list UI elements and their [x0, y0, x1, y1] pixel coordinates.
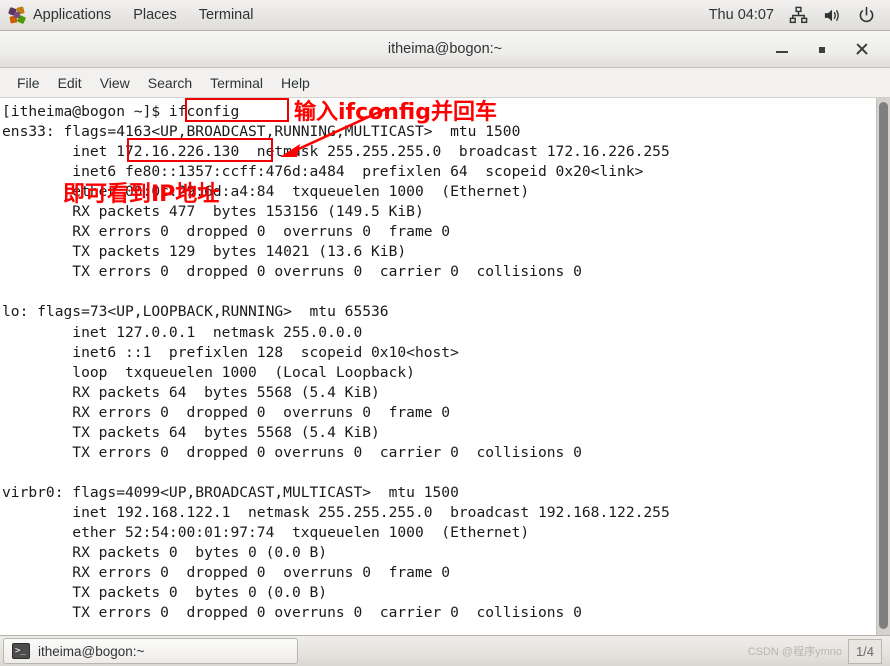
terminal-line: RX errors 0 dropped 0 overruns 0 frame 0 [2, 564, 451, 582]
window-title: itheima@bogon:~ [387, 41, 503, 57]
menu-view[interactable]: View [91, 71, 139, 95]
terminal-line: TX packets 64 bytes 5568 (5.4 KiB) [2, 423, 380, 441]
window-controls [774, 41, 890, 57]
terminal-line: ens33: flags=4163<UP,BROADCAST,RUNNING,M… [2, 123, 521, 141]
places-menu-label: Places [133, 7, 177, 23]
terminal-menu-label: Terminal [198, 7, 254, 23]
applications-logo-icon [8, 5, 27, 24]
terminal-line: ether 00:0c:29:6d:a4:84 txqueuelen 1000 … [2, 183, 530, 201]
applications-menu[interactable]: Applications [0, 0, 122, 31]
terminal-line: [itheima@bogon ~]$ ifconfig [2, 103, 240, 120]
minimize-button[interactable] [774, 41, 790, 57]
terminal-line: TX packets 0 bytes 0 (0.0 B) [2, 584, 328, 602]
terminal-line: TX errors 0 dropped 0 overruns 0 carrier… [2, 263, 582, 281]
terminal-line: inet 192.168.122.1 netmask 255.255.255.0… [2, 503, 670, 521]
terminal-menu[interactable]: Terminal [188, 0, 265, 31]
menu-help[interactable]: Help [272, 71, 319, 95]
menu-file[interactable]: File [8, 71, 49, 95]
volume-icon[interactable] [823, 6, 842, 25]
terminal-line: RX packets 0 bytes 0 (0.0 B) [2, 544, 328, 562]
terminal-line: virbr0: flags=4099<UP,BROADCAST,MULTICAS… [2, 483, 459, 501]
menu-edit[interactable]: Edit [49, 71, 91, 95]
places-menu[interactable]: Places [122, 0, 188, 31]
watermark: CSDN @程序ymno [747, 646, 842, 658]
terminal-scrollbar[interactable] [876, 98, 890, 635]
terminal-line: ether 52:54:00:01:97:74 txqueuelen 1000 … [2, 523, 530, 541]
panel-status-area: Thu 04:07 [709, 6, 890, 25]
terminal-line: inet6 fe80::1357:ccff:476d:a484 prefixle… [2, 163, 644, 181]
terminal-line: RX packets 477 bytes 153156 (149.5 KiB) [2, 203, 424, 221]
terminal-body[interactable]: [itheima@bogon ~]$ ifconfig ens33: flags=… [0, 98, 890, 635]
clock[interactable]: Thu 04:07 [709, 7, 774, 23]
close-button[interactable] [854, 41, 870, 57]
bottom-taskbar: itheima@bogon:~ CSDN @程序ymno 1/4 [0, 635, 890, 666]
taskbar-window-button[interactable]: itheima@bogon:~ [3, 638, 298, 664]
menu-terminal[interactable]: Terminal [201, 71, 272, 95]
window-title-bar[interactable]: itheima@bogon:~ [0, 31, 890, 68]
scrollbar-thumb[interactable] [879, 102, 888, 629]
taskbar-right-area: CSDN @程序ymno 1/4 [747, 638, 890, 664]
terminal-line: RX errors 0 dropped 0 overruns 0 frame 0 [2, 403, 451, 421]
gnome-top-panel: Applications Places Terminal Thu 04:07 [0, 0, 890, 31]
terminal-window: itheima@bogon:~ File Edit View Search Te… [0, 31, 890, 635]
terminal-line: loop txqueuelen 1000 (Local Loopback) [2, 363, 415, 381]
terminal-line: inet6 ::1 prefixlen 128 scopeid 0x10<hos… [2, 343, 459, 361]
applications-menu-label: Applications [33, 7, 112, 23]
maximize-button[interactable] [814, 41, 830, 57]
taskbar-window-label: itheima@bogon:~ [38, 643, 145, 659]
terminal-line: RX packets 64 bytes 5568 (5.4 KiB) [2, 383, 380, 401]
terminal-line: inet 127.0.0.1 netmask 255.0.0.0 [2, 323, 363, 341]
power-icon[interactable] [857, 6, 876, 25]
terminal-line: lo: flags=73<UP,LOOPBACK,RUNNING> mtu 65… [2, 303, 389, 321]
terminal-line: inet 172.16.226.130 netmask 255.255.255.… [2, 143, 670, 161]
menu-search[interactable]: Search [139, 71, 201, 95]
terminal-line: RX errors 0 dropped 0 overruns 0 frame 0 [2, 223, 451, 241]
terminal-line: TX errors 0 dropped 0 overruns 0 carrier… [2, 604, 582, 622]
menu-bar: File Edit View Search Terminal Help [0, 68, 890, 98]
terminal-icon [12, 643, 30, 659]
terminal-line: TX packets 129 bytes 14021 (13.6 KiB) [2, 243, 407, 261]
workspace-switcher[interactable]: 1/4 [848, 638, 882, 664]
terminal-line: TX errors 0 dropped 0 overruns 0 carrier… [2, 443, 582, 461]
network-icon[interactable] [789, 6, 808, 25]
terminal-output[interactable]: [itheima@bogon ~]$ ifconfig ens33: flags=… [0, 98, 876, 635]
